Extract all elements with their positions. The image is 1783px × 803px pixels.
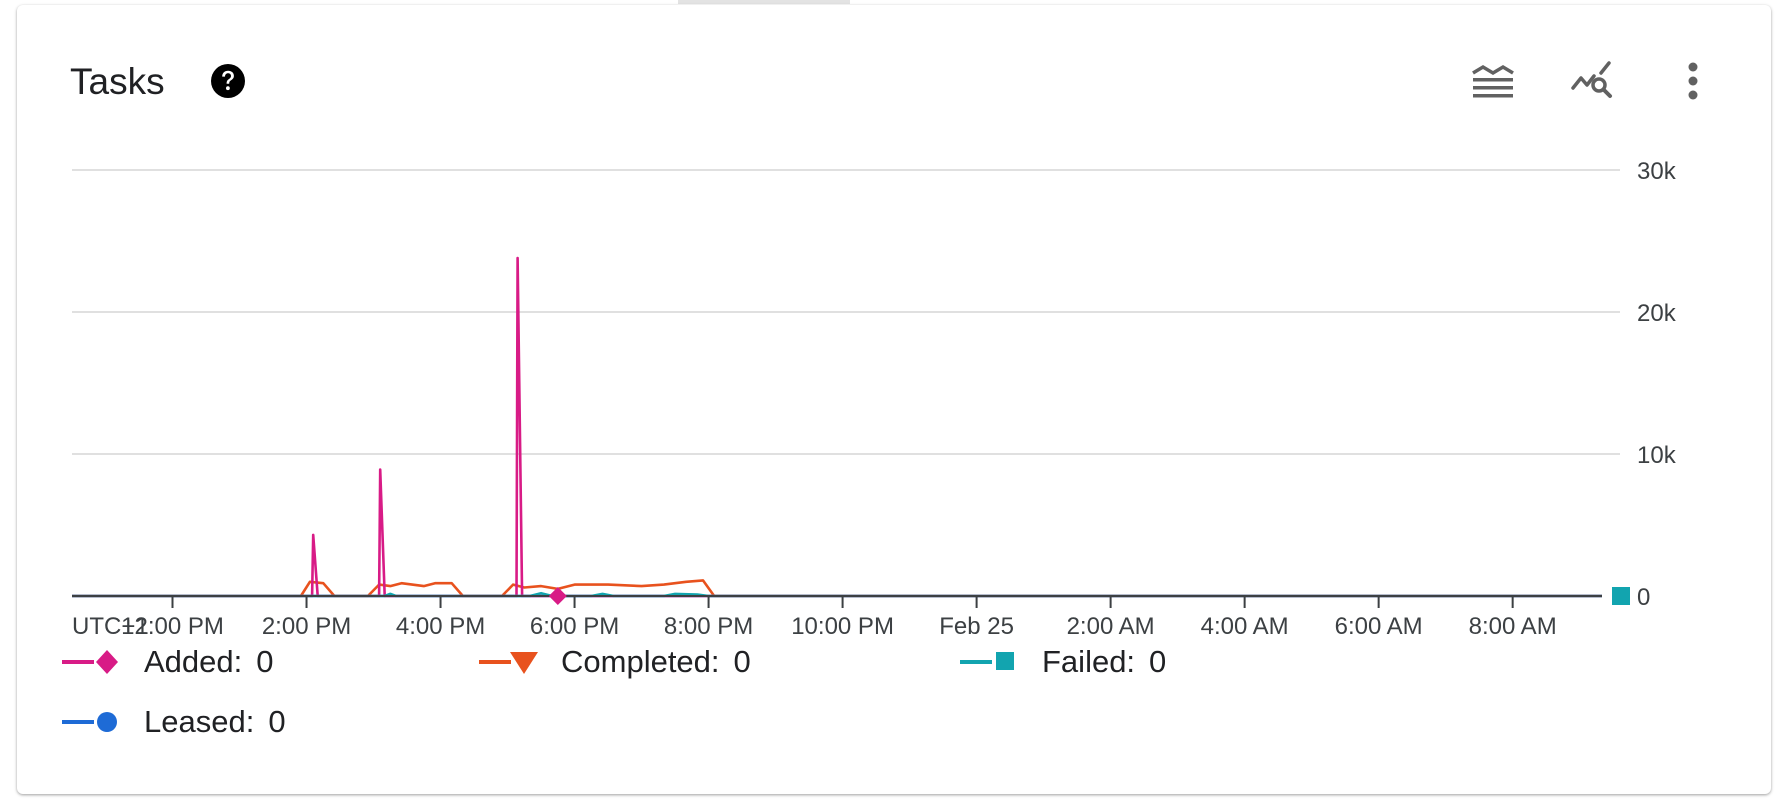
y-axis: 0 10k 20k 30k	[1637, 158, 1677, 611]
legend-item-completed[interactable]: Completed: 0	[479, 642, 751, 682]
legend-value: 0	[256, 644, 274, 679]
added-point-marker	[548, 587, 567, 605]
x-tick-label-12-00-pm: 12:00 PM	[121, 613, 224, 640]
x-tick-label-2-00-pm: 2:00 PM	[262, 613, 351, 640]
grid-lines	[72, 169, 1620, 455]
x-tick-label-2-00-am: 2:00 AM	[1067, 613, 1155, 640]
x-tick-label-4-00-pm: 4:00 PM	[396, 613, 485, 640]
legend-value: 0	[733, 644, 751, 679]
legend-item-leased[interactable]: Leased: 0	[62, 702, 286, 742]
legend-label: Added:	[144, 644, 243, 679]
legend-label: Leased:	[144, 704, 255, 739]
legend-value: 0	[1149, 644, 1167, 679]
series-line-added	[72, 256, 1602, 598]
x-tick-label-6-00-am: 6:00 AM	[1335, 613, 1423, 640]
x-tick-label-8-00-pm: 8:00 PM	[664, 613, 753, 640]
x-tick-label-10-00-pm: 10:00 PM	[791, 613, 894, 640]
legend-label: Failed:	[1042, 644, 1136, 679]
legend-item-added[interactable]: Added: 0	[62, 642, 274, 682]
series-lines	[72, 256, 1602, 598]
legend-label: Completed:	[561, 644, 720, 679]
y-tick-label-10k: 10k	[1637, 442, 1677, 469]
square-marker-icon	[960, 642, 1042, 682]
y-tick-label-30k: 30k	[1637, 158, 1677, 185]
circle-marker-icon	[62, 702, 144, 742]
tasks-line-chart: UTC+112:00 PM 2:00 PM 4:00 PM 6:00 PM 8:00 P…	[72, 158, 1677, 640]
x-tick-label-6-00-pm: 6:00 PM	[530, 613, 619, 640]
legend-item-failed[interactable]: Failed: 0	[960, 642, 1166, 682]
legend-value: 0	[268, 704, 286, 739]
triangle-down-marker-icon	[479, 642, 561, 682]
series-line-completed	[72, 579, 1602, 598]
x-tick-label-feb-25: Feb 25	[939, 613, 1014, 640]
failed-point-marker	[1612, 587, 1630, 605]
y-tick-label-20k: 20k	[1637, 300, 1677, 327]
y-tick-label-0: 0	[1637, 584, 1650, 611]
x-tick-label-8-00-am: 8:00 AM	[1469, 613, 1557, 640]
diamond-marker-icon	[62, 642, 144, 682]
x-axis: UTC+112:00 PM 2:00 PM 4:00 PM 6:00 PM 8:00 P…	[72, 595, 1602, 640]
x-tick-label-4-00-am: 4:00 AM	[1201, 613, 1289, 640]
